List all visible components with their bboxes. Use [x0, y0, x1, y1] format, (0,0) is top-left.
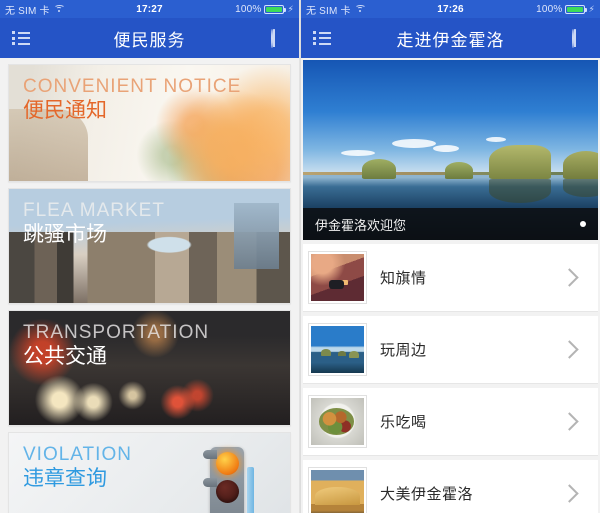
list-menu-icon[interactable] — [12, 31, 30, 45]
card-english-title: TRANSPORTATION — [23, 322, 210, 343]
navigation-bar: 便民服务 — [0, 18, 299, 58]
service-card-list: CONVENIENT NOTICE 便民通知 FLEA MARKET 跳骚市场 … — [0, 58, 299, 513]
left-phone-screen: 无 SIM 卡 17:27 100% ⚡ 便民服务 CONVENIENT NOT… — [0, 0, 300, 513]
banner-page-indicator[interactable] — [580, 221, 586, 227]
status-bar: 无 SIM 卡 17:27 100% ⚡ — [0, 0, 299, 18]
card-chinese-title: 公共交通 — [23, 344, 107, 368]
reed-island — [488, 144, 551, 179]
banner-caption-bar: 伊金霍洛欢迎您 — [303, 208, 598, 240]
list-item[interactable]: 知旗情 — [303, 244, 598, 312]
banner-caption: 伊金霍洛欢迎您 — [315, 217, 407, 233]
card-chinese-title: 违章查询 — [23, 466, 107, 490]
navigation-bar: 走进伊金霍洛 — [301, 18, 600, 58]
card-caption: FLEA MARKET 跳骚市场 — [9, 189, 290, 248]
card-english-title: FLEA MARKET — [23, 200, 165, 221]
card-caption: VIOLATION 违章查询 — [9, 433, 290, 492]
charging-bolt-icon: ⚡ — [287, 3, 294, 14]
card-violation-inquiry[interactable]: VIOLATION 违章查询 — [8, 432, 291, 513]
battery-icon — [264, 4, 287, 14]
reed-island — [562, 150, 598, 179]
list-item-label: 知旗情 — [380, 270, 427, 287]
list-item-label: 玩周边 — [380, 342, 427, 359]
hero-banner[interactable]: 伊金霍洛欢迎您 — [303, 60, 598, 240]
charging-bolt-icon: ⚡ — [588, 3, 595, 14]
lake-scenery-thumbnail — [309, 324, 366, 375]
reed-island — [362, 158, 396, 179]
category-list: 知旗情 玩周边 乐吃喝 大美伊金霍洛 — [301, 244, 600, 513]
reed-island — [444, 161, 473, 179]
list-item[interactable]: 玩周边 — [303, 316, 598, 384]
card-chinese-title: 跳骚市场 — [23, 222, 107, 246]
chevron-right-icon — [560, 484, 579, 503]
list-item[interactable]: 大美伊金霍洛 — [303, 460, 598, 513]
card-chinese-title: 便民通知 — [23, 98, 107, 122]
chevron-right-icon — [560, 412, 579, 431]
card-transportation[interactable]: TRANSPORTATION 公共交通 — [8, 310, 291, 426]
lake-wetland-image — [303, 60, 598, 176]
battery-percent-label: 100% — [235, 3, 262, 15]
status-bar-right: 100% ⚡ — [235, 4, 294, 15]
user-profile-icon[interactable] — [572, 29, 588, 48]
cloud-decoration — [432, 144, 459, 152]
desert-dunes-thumbnail — [309, 468, 366, 513]
list-item-label: 大美伊金霍洛 — [380, 486, 474, 503]
battery-icon — [565, 4, 588, 14]
desert-dune-buggy-thumbnail — [309, 252, 366, 303]
list-menu-icon[interactable] — [313, 31, 331, 45]
battery-percent-label: 100% — [536, 3, 563, 15]
status-bar-right: 100% ⚡ — [536, 4, 595, 15]
card-flea-market[interactable]: FLEA MARKET 跳骚市场 — [8, 188, 291, 304]
card-caption: TRANSPORTATION 公共交通 — [9, 311, 290, 370]
page-title: 便民服务 — [113, 30, 186, 50]
list-item-label: 乐吃喝 — [380, 414, 427, 431]
user-profile-icon[interactable] — [271, 29, 287, 48]
status-bar: 无 SIM 卡 17:26 100% ⚡ — [301, 0, 600, 18]
chevron-right-icon — [560, 268, 579, 287]
reed-reflection — [488, 178, 551, 203]
chevron-right-icon — [560, 340, 579, 359]
card-english-title: VIOLATION — [23, 444, 132, 465]
list-item[interactable]: 乐吃喝 — [303, 388, 598, 456]
page-dot[interactable] — [580, 221, 586, 227]
card-english-title: CONVENIENT NOTICE — [23, 76, 242, 97]
card-convenient-notice[interactable]: CONVENIENT NOTICE 便民通知 — [8, 64, 291, 182]
right-phone-screen: 无 SIM 卡 17:26 100% ⚡ 走进伊金霍洛 伊金霍洛欢迎您 知旗情 … — [300, 0, 600, 513]
card-caption: CONVENIENT NOTICE 便民通知 — [9, 65, 290, 124]
page-title: 走进伊金霍洛 — [396, 30, 505, 50]
food-dish-thumbnail — [309, 396, 366, 447]
